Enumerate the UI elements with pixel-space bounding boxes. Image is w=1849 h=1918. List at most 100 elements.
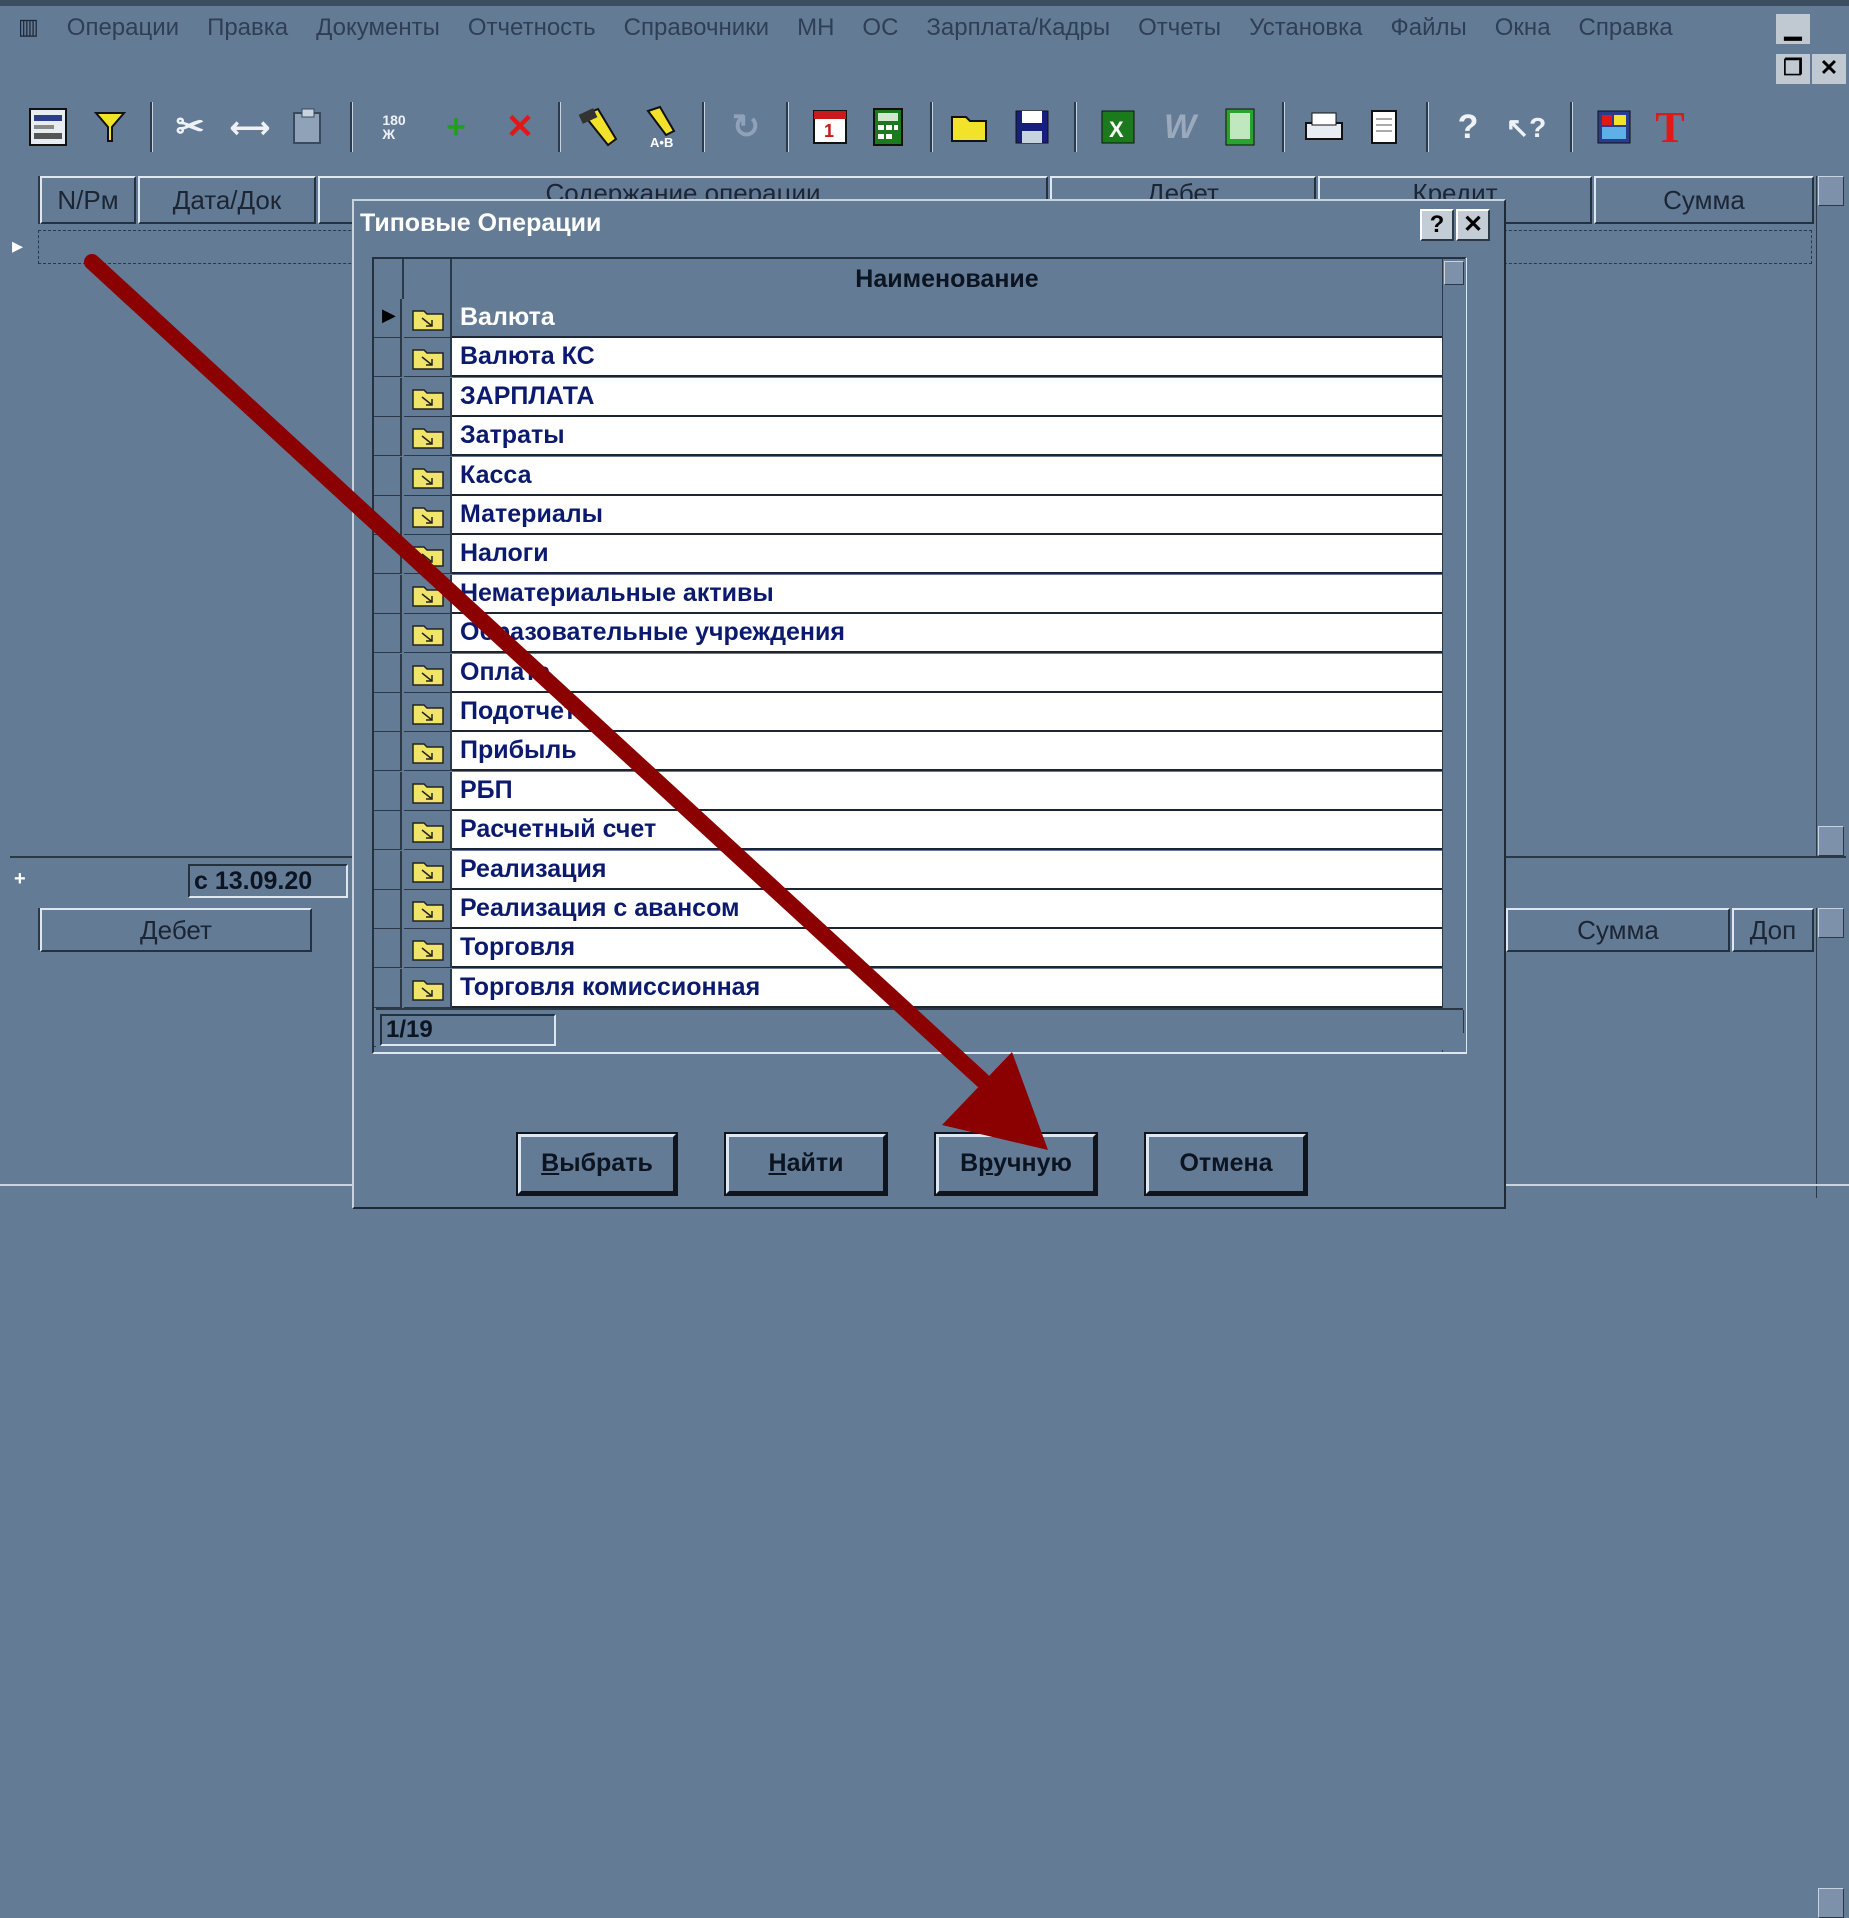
list-item[interactable]: Касса (374, 456, 1464, 496)
col-header-date-doc[interactable]: Дата/Док (138, 176, 316, 224)
bottom-vscrollbar[interactable] (1816, 908, 1847, 1918)
number-180-icon[interactable]: 180 Ж (368, 96, 420, 158)
list-item[interactable]: Торговля (374, 929, 1464, 969)
list-item-label: Торговля комиссионная (452, 968, 1442, 1008)
row-icon-cell (404, 732, 452, 772)
filter-icon[interactable] (84, 96, 136, 158)
list-item[interactable]: Оплата (374, 653, 1464, 693)
bottom-col-debit[interactable]: Дебет (40, 908, 312, 952)
replace-ab-icon[interactable]: A•B (638, 96, 690, 158)
menu-salary[interactable]: Зарплата/Кадры (926, 14, 1110, 42)
menu-help[interactable]: Справка (1579, 14, 1673, 42)
column-header-name[interactable]: Наименование (452, 259, 1442, 299)
menu-reports[interactable]: Отчеты (1138, 14, 1221, 42)
scroll-down-arrow[interactable] (1818, 826, 1844, 856)
col-header-sum[interactable]: Сумма (1594, 176, 1814, 224)
list-item[interactable]: ЗАРПЛАТА (374, 377, 1464, 417)
calc-report-icon[interactable] (1214, 96, 1266, 158)
menu-mn[interactable]: МН (797, 14, 834, 42)
find-button[interactable]: Найти (724, 1132, 888, 1196)
folder-icon (412, 822, 444, 843)
list-vscrollbar[interactable] (1442, 259, 1466, 1052)
list-item[interactable]: Расчетный счет (374, 811, 1464, 851)
bottom-col-extra[interactable]: Доп (1732, 908, 1814, 952)
preview-icon[interactable] (1358, 96, 1410, 158)
bottom-plus[interactable]: + (14, 864, 54, 894)
save-icon[interactable] (1006, 96, 1058, 158)
app-menu-icon[interactable]: ▥ (18, 14, 39, 42)
list-item[interactable]: Затраты (374, 417, 1464, 457)
main-vscrollbar[interactable] (1816, 176, 1847, 856)
menu-windows[interactable]: Окна (1495, 14, 1551, 42)
main-grid-corner (10, 176, 40, 224)
font-icon[interactable]: T (1644, 96, 1696, 158)
row-icon-cell (404, 811, 452, 851)
list-item[interactable]: Налоги (374, 535, 1464, 575)
calendar-grid-icon[interactable] (1588, 96, 1640, 158)
menu-edit[interactable]: Правка (207, 14, 288, 42)
list-item[interactable]: Торговля комиссионная (374, 968, 1464, 1008)
row-icon-cell (404, 299, 452, 338)
print-icon[interactable] (1298, 96, 1350, 158)
calculator-icon[interactable] (862, 96, 914, 158)
word-icon[interactable]: W (1154, 96, 1206, 158)
menu-documents[interactable]: Документы (316, 14, 440, 42)
help-icon[interactable]: ? (1442, 96, 1494, 158)
add-icon[interactable]: + (430, 96, 482, 158)
menu-operations[interactable]: Операции (67, 14, 179, 42)
manual-button[interactable]: Вручную (934, 1132, 1098, 1196)
list-item[interactable]: РБП (374, 771, 1464, 811)
menu-reporting[interactable]: Отчетность (468, 14, 596, 42)
minimize-button[interactable]: ▁ (1776, 14, 1810, 44)
list-item-label: РБП (452, 771, 1442, 811)
scroll-up-arrow[interactable] (1818, 176, 1844, 206)
row-indicator-cell: ▶ (374, 299, 402, 338)
context-help-icon[interactable]: ↖? (1500, 96, 1552, 158)
list-header-corner (374, 259, 404, 299)
date-filter-field[interactable]: с 13.09.20 (188, 864, 348, 898)
paste-icon[interactable] (282, 96, 334, 158)
list-item[interactable]: Материалы (374, 496, 1464, 535)
calendar-icon[interactable]: 1 (804, 96, 856, 158)
list-item[interactable]: Подотчет (374, 693, 1464, 732)
menu-setup[interactable]: Установка (1249, 14, 1362, 42)
bottom-col-sum[interactable]: Сумма (1506, 908, 1730, 952)
close-window-button[interactable]: ✕ (1812, 54, 1846, 84)
list-item[interactable]: Нематериальные активы (374, 574, 1464, 614)
menu-os[interactable]: ОС (862, 14, 898, 42)
row-indicator-cell (374, 929, 402, 969)
folder-icon (412, 507, 444, 528)
refresh-icon[interactable]: ↻ (720, 96, 772, 158)
list-item[interactable]: Реализация с авансом (374, 890, 1464, 929)
scroll-down-arrow[interactable] (1818, 1888, 1844, 1918)
split-icon[interactable]: ⟷ (224, 96, 276, 158)
open-folder-icon[interactable] (946, 96, 998, 158)
select-button[interactable]: Выбрать (516, 1132, 678, 1196)
row-indicator-cell (374, 614, 402, 654)
list-item[interactable]: ▶ Валюта (374, 299, 1464, 338)
cancel-button[interactable]: Отмена (1144, 1132, 1308, 1196)
list-item[interactable]: Образовательные учреждения (374, 614, 1464, 654)
list-item-label: ЗАРПЛАТА (452, 377, 1442, 417)
excel-icon[interactable]: X (1092, 96, 1144, 158)
list-item[interactable]: Реализация (374, 850, 1464, 890)
cut-icon[interactable]: ✂ (164, 96, 216, 158)
list-item[interactable]: Валюта КС (374, 338, 1464, 378)
menu-directories[interactable]: Справочники (624, 14, 769, 42)
col-header-nrm[interactable]: N/Рм (40, 176, 136, 224)
row-indicator-cell (374, 968, 402, 1008)
delete-icon[interactable]: ✕ (494, 96, 546, 158)
row-icon-cell (404, 890, 452, 929)
dialog-help-button[interactable]: ? (1420, 209, 1454, 241)
restore-button[interactable]: ❐ (1776, 54, 1810, 84)
dialog-close-button[interactable]: ✕ (1456, 209, 1490, 241)
scroll-up-arrow[interactable] (1444, 261, 1464, 285)
scroll-up-arrow[interactable] (1818, 908, 1844, 938)
dialog-titlebar[interactable]: Типовые Операции ? ✕ (354, 201, 1504, 249)
list-item[interactable]: Прибыль (374, 732, 1464, 772)
form-view-icon[interactable] (22, 96, 74, 158)
menu-files[interactable]: Файлы (1391, 14, 1467, 42)
flashlight-icon[interactable] (574, 96, 626, 158)
row-indicator-cell (374, 574, 402, 614)
list-item-label: Торговля (452, 929, 1442, 969)
